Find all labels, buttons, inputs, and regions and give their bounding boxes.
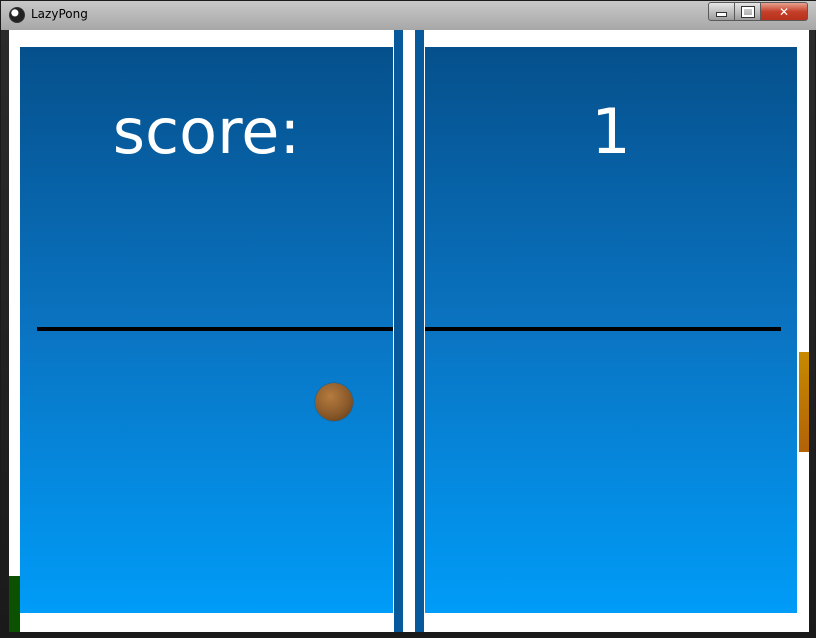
score-value: 1 xyxy=(591,95,631,168)
center-divider-right xyxy=(415,30,424,632)
maximize-icon xyxy=(740,5,755,18)
center-divider-left xyxy=(394,30,403,632)
app-icon[interactable] xyxy=(9,7,25,23)
net-line-left xyxy=(37,327,393,331)
left-paddle[interactable] xyxy=(9,576,20,632)
ball xyxy=(315,383,353,421)
maximize-button[interactable] xyxy=(734,2,761,21)
right-paddle[interactable] xyxy=(799,352,809,452)
net-line-right xyxy=(425,327,781,331)
minimize-button[interactable] xyxy=(708,2,735,21)
app-window: LazyPong ✕ score: 1 xyxy=(0,0,816,638)
title-bar[interactable]: LazyPong ✕ xyxy=(1,1,816,30)
score-label: score: xyxy=(112,95,301,168)
close-button[interactable]: ✕ xyxy=(760,2,808,21)
game-canvas[interactable]: score: 1 xyxy=(9,30,809,632)
minimize-icon xyxy=(716,12,727,17)
window-title: LazyPong xyxy=(31,7,88,21)
close-icon: ✕ xyxy=(778,4,790,19)
